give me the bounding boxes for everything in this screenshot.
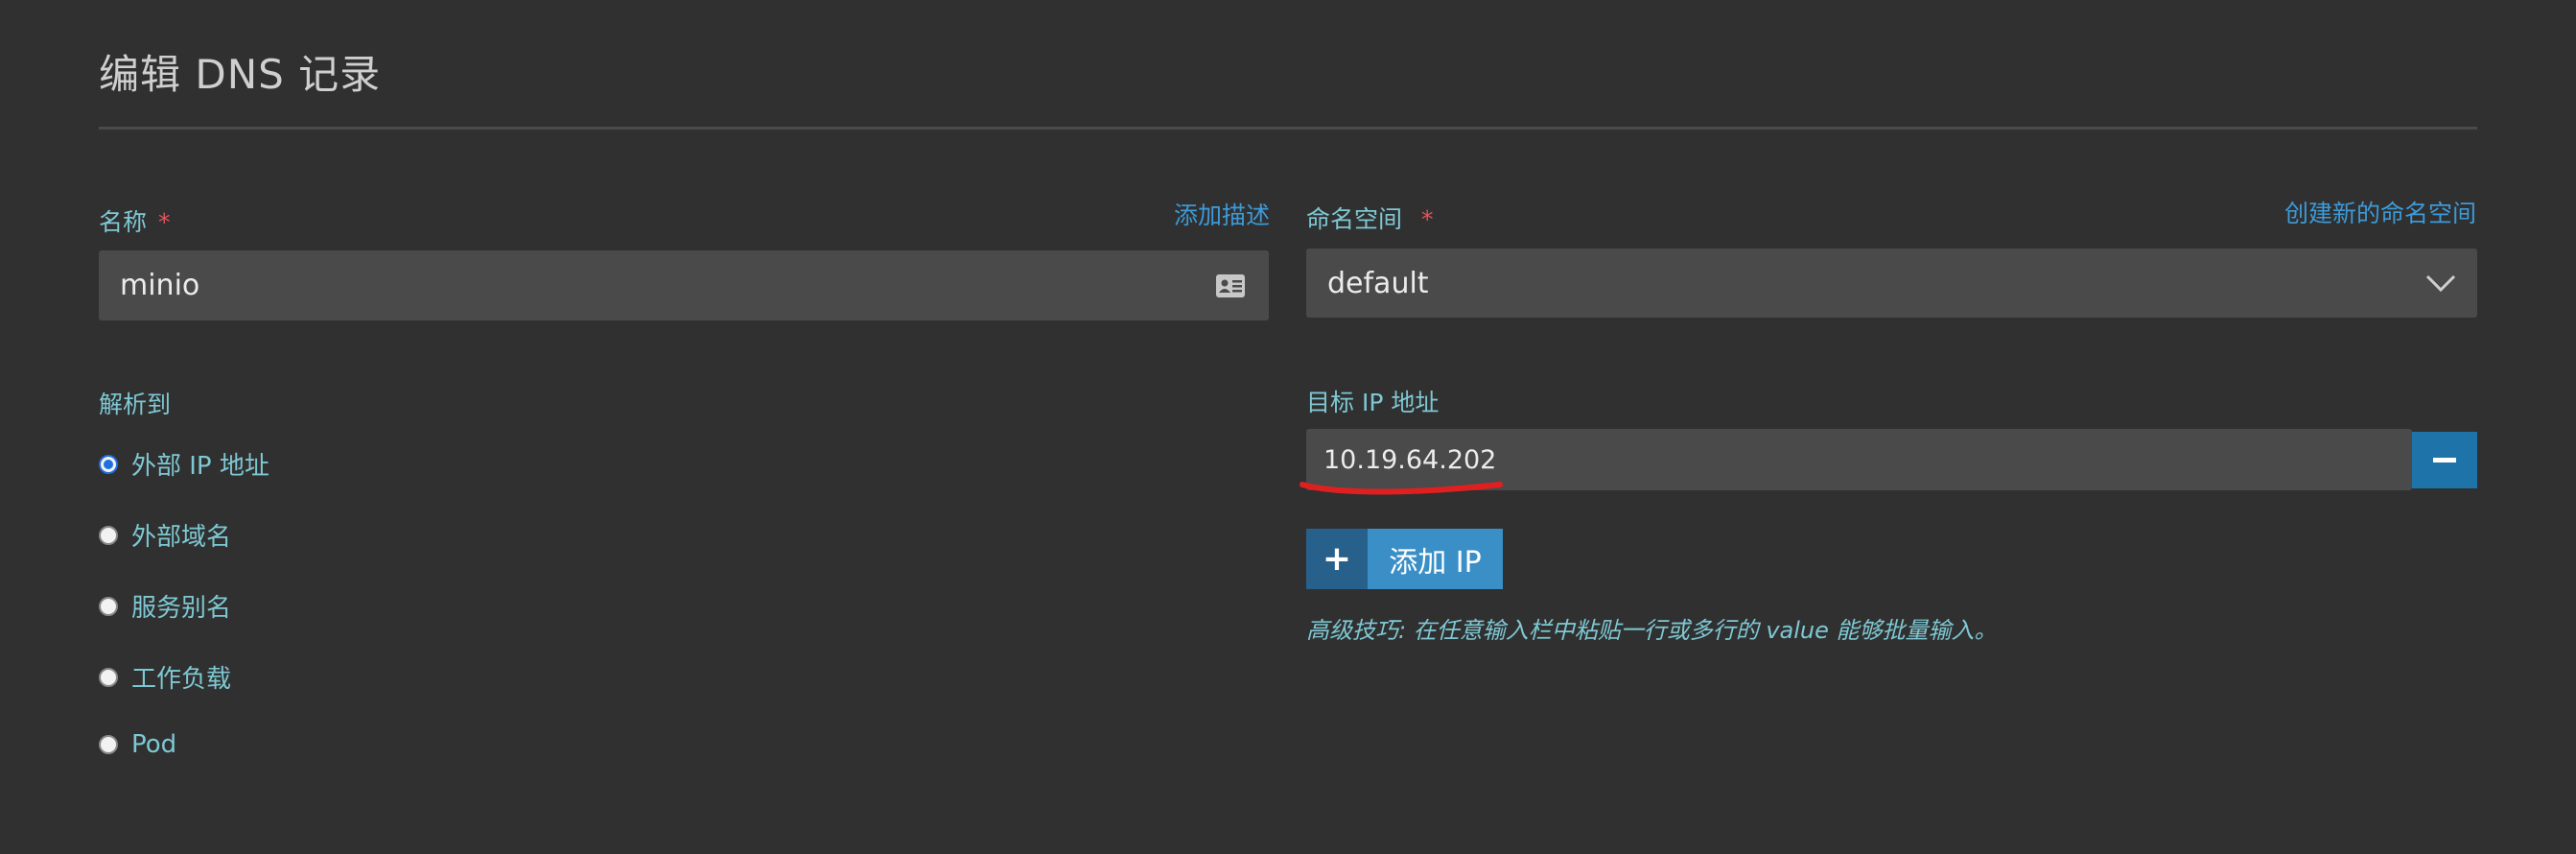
radio-label: 外部 IP 地址 bbox=[131, 452, 269, 481]
resolve-to-label: 解析到 bbox=[99, 391, 172, 418]
remove-ip-button[interactable] bbox=[2412, 432, 2477, 488]
radio-button[interactable] bbox=[99, 525, 118, 545]
add-ip-button[interactable]: + 添加 IP bbox=[1306, 529, 1503, 589]
add-ip-label: 添加 IP bbox=[1368, 529, 1503, 589]
radio-label: 外部域名 bbox=[131, 523, 232, 552]
target-ip-value: 10.19.64.202 bbox=[1323, 444, 1497, 475]
namespace-label: 命名空间 * bbox=[1306, 201, 1434, 235]
radio-option-service-alias[interactable]: 服务别名 bbox=[99, 588, 231, 624]
name-label-text: 名称 bbox=[99, 208, 148, 236]
chevron-down-icon bbox=[2425, 274, 2456, 293]
radio-label: 工作负载 bbox=[131, 665, 232, 694]
radio-button[interactable] bbox=[99, 735, 118, 754]
id-card-icon[interactable] bbox=[1215, 273, 1246, 298]
radio-button[interactable] bbox=[99, 596, 118, 616]
required-mark: * bbox=[158, 208, 171, 236]
radio-option-external-domain[interactable]: 外部域名 bbox=[99, 517, 231, 553]
required-mark: * bbox=[1421, 205, 1434, 233]
radio-option-pod[interactable]: Pod bbox=[99, 730, 176, 759]
namespace-label-text: 命名空间 bbox=[1306, 205, 1403, 233]
title-divider bbox=[99, 127, 2477, 130]
namespace-select[interactable]: default bbox=[1306, 249, 2477, 318]
name-input-value: minio bbox=[120, 269, 200, 302]
namespace-select-value: default bbox=[1327, 266, 1429, 300]
radio-label: 服务别名 bbox=[131, 594, 232, 623]
name-label: 名称 * bbox=[99, 203, 171, 238]
radio-label: Pod bbox=[131, 730, 177, 759]
radio-option-workload[interactable]: 工作负载 bbox=[99, 659, 231, 695]
create-namespace-link[interactable]: 创建新的命名空间 bbox=[2284, 195, 2476, 229]
target-ip-label: 目标 IP 地址 bbox=[1306, 389, 1440, 416]
red-underline-annotation bbox=[1300, 482, 1503, 495]
radio-option-external-ip[interactable]: 外部 IP 地址 bbox=[99, 446, 269, 482]
radio-button[interactable] bbox=[99, 667, 118, 687]
plus-icon: + bbox=[1306, 529, 1368, 589]
radio-button[interactable] bbox=[99, 454, 118, 474]
page-title: 编辑 DNS 记录 bbox=[99, 51, 382, 98]
advanced-tip: 高级技巧: 在任意输入栏中粘贴一行或多行的 value 能够批量输入。 bbox=[1306, 617, 1998, 644]
add-description-link[interactable]: 添加描述 bbox=[1174, 197, 1270, 231]
name-input[interactable]: minio bbox=[99, 250, 1269, 320]
minus-icon bbox=[2433, 458, 2456, 463]
